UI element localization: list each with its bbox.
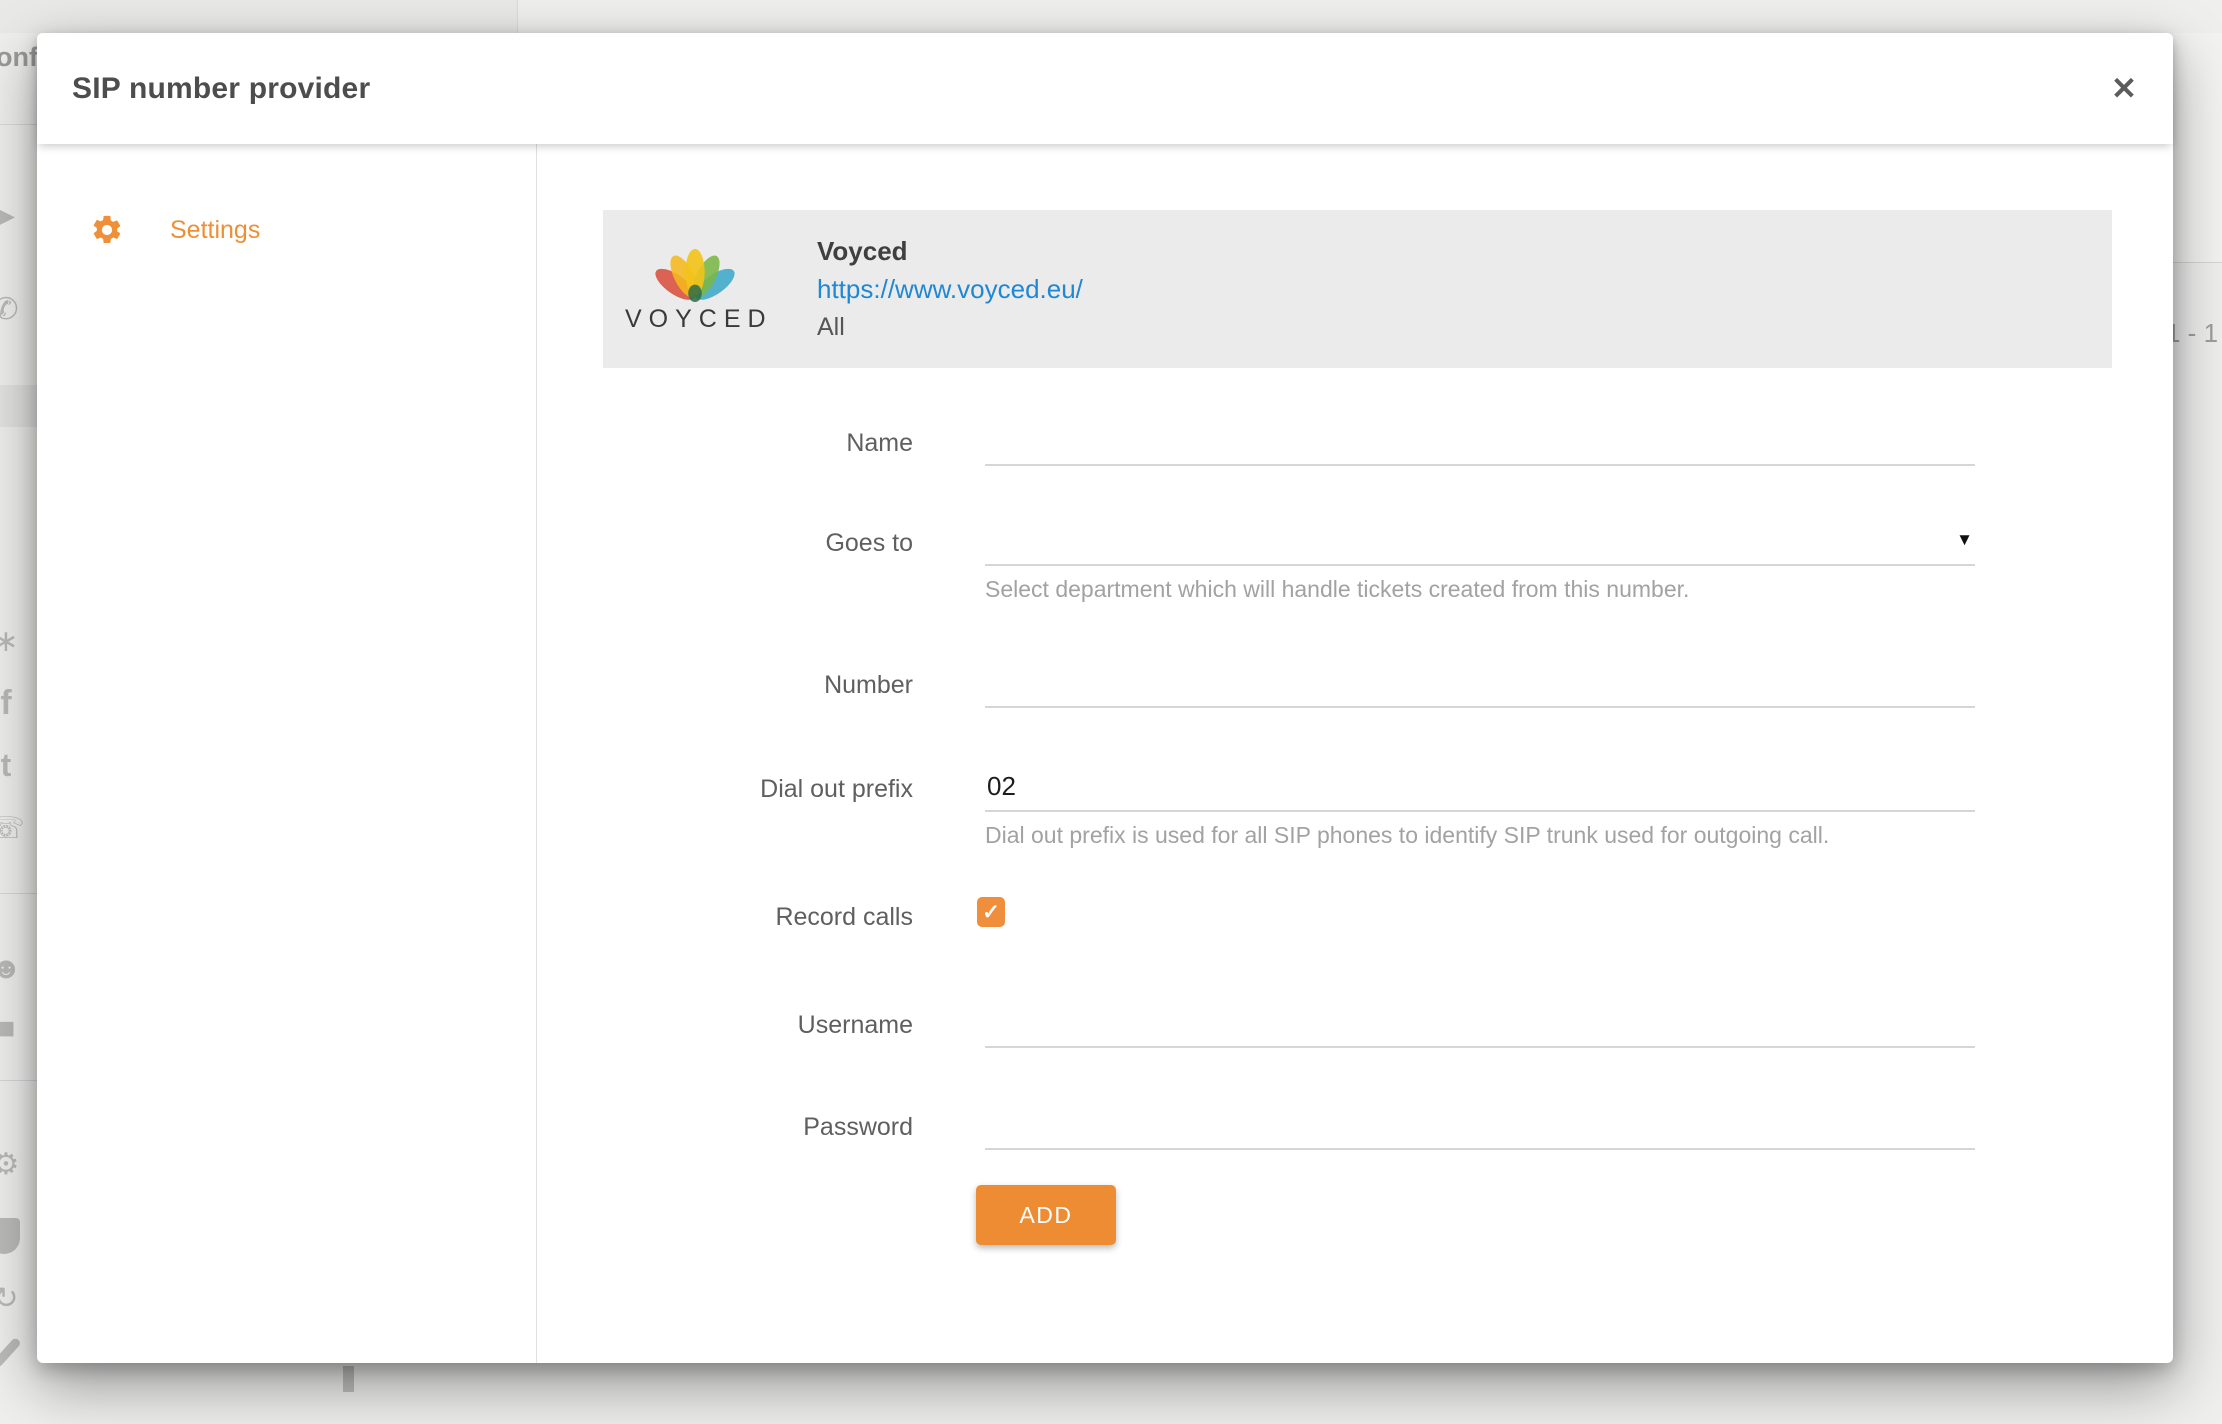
password-input[interactable]	[985, 1104, 1975, 1148]
dialog-content: VOYCED Voyced https://www.voyced.eu/ All…	[537, 144, 2173, 1363]
pagination-label: 1 - 1	[2166, 318, 2222, 349]
goes-to-helper-text: Select department which will handle tick…	[985, 576, 1689, 603]
provider-info: Voyced https://www.voyced.eu/ All	[817, 232, 1083, 346]
name-input[interactable]	[985, 420, 1975, 464]
record-calls-field: ✓	[913, 897, 1903, 937]
username-field-label: Username	[537, 1002, 913, 1048]
form-row-password: Password	[537, 1104, 1975, 1150]
password-field	[985, 1104, 1975, 1150]
background-divider	[0, 124, 37, 125]
twitter-icon: t	[0, 748, 26, 782]
goes-to-field-label: Goes to	[537, 520, 913, 566]
gear-icon: ⚙	[0, 1148, 26, 1182]
add-button[interactable]: ADD	[976, 1185, 1116, 1245]
form-row-dial-out-prefix: Dial out prefix Dial out prefix is used …	[537, 766, 1975, 812]
sync-icon: ↻	[0, 1282, 26, 1316]
number-field-label: Number	[537, 662, 913, 708]
voyced-lotus-icon	[645, 245, 745, 303]
provider-url-link[interactable]: https://www.voyced.eu/	[817, 270, 1083, 308]
form-row-record-calls: Record calls ✓	[537, 897, 1975, 937]
shield-icon	[0, 1218, 20, 1254]
dial-out-prefix-helper-text: Dial out prefix is used for all SIP phon…	[985, 822, 1829, 849]
form-row-number: Number	[537, 662, 1975, 708]
background-selected-row	[0, 385, 37, 427]
voyced-wordmark: VOYCED	[625, 305, 765, 334]
form-row-username: Username	[537, 1002, 1975, 1048]
goes-to-select[interactable]: ▼ Select department which will handle ti…	[985, 520, 1975, 566]
viber-icon: ☏	[0, 812, 26, 846]
goes-to-value[interactable]	[985, 520, 1975, 564]
dial-out-prefix-input[interactable]	[985, 766, 1975, 810]
provider-scope: All	[817, 308, 1083, 346]
background-scrollbar	[343, 1366, 354, 1392]
wrench-icon	[0, 1337, 22, 1368]
record-calls-checkbox[interactable]: ✓	[977, 897, 1005, 927]
close-icon[interactable]: ✕	[2111, 73, 2137, 104]
name-field-label: Name	[537, 420, 913, 466]
provider-card: VOYCED Voyced https://www.voyced.eu/ All	[603, 210, 2112, 368]
form-row-goes-to: Goes to ▼ Select department which will h…	[537, 520, 1975, 566]
sidebar-item-label: Settings	[170, 216, 260, 245]
username-field	[985, 1002, 1975, 1048]
videocam-icon: ►	[0, 200, 26, 234]
background-right-panel	[2173, 33, 2222, 263]
number-input[interactable]	[985, 662, 1975, 706]
name-field	[985, 420, 1975, 466]
people-icon: ☻	[0, 952, 26, 986]
background-topbar	[0, 0, 517, 33]
phone-icon: ✆	[0, 293, 26, 327]
password-field-label: Password	[537, 1104, 913, 1150]
dialog-body: Settings VOYCED	[37, 144, 2173, 1363]
dial-out-prefix-field-label: Dial out prefix	[537, 766, 913, 812]
record-calls-field-label: Record calls	[537, 897, 913, 937]
form-row-name: Name	[537, 420, 1975, 466]
dialog-title: SIP number provider	[72, 72, 370, 106]
stop-icon: ■	[0, 1012, 26, 1046]
facebook-icon: f	[0, 686, 26, 720]
dial-out-prefix-field: Dial out prefix is used for all SIP phon…	[985, 766, 1975, 812]
provider-name: Voyced	[817, 232, 1083, 270]
dialog-header: SIP number provider ✕	[37, 33, 2173, 144]
background-topbar-divider	[517, 0, 518, 33]
voyced-logo: VOYCED	[625, 245, 765, 334]
checkmark-icon: ✓	[982, 900, 1000, 925]
dialog-sidebar: Settings	[37, 144, 537, 1363]
gear-icon	[90, 213, 124, 247]
sidebar-item-settings[interactable]: Settings	[37, 213, 536, 247]
slack-icon: ∗	[0, 625, 26, 659]
number-field	[985, 662, 1975, 708]
background-divider	[0, 1080, 37, 1081]
username-input[interactable]	[985, 1002, 1975, 1046]
background-divider	[0, 893, 37, 894]
sip-number-provider-dialog: SIP number provider ✕ Settings	[37, 33, 2173, 1363]
